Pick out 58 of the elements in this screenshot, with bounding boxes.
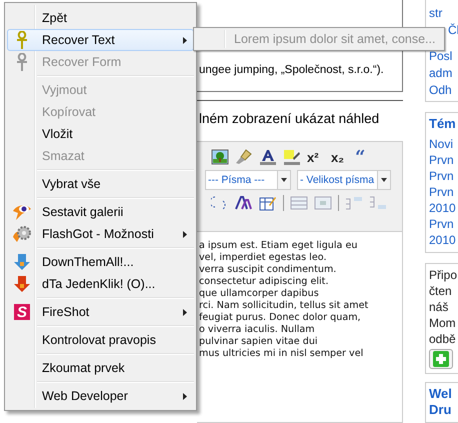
preview-option-label: lném zobrazení ukázat náhled <box>199 111 380 126</box>
editor-text-line: a ipsum est. Etiam eget ligula eu <box>199 240 358 252</box>
editor-text-line: pulvinar sapien vitae dui <box>199 336 319 348</box>
editor-text-line: rci. Nam sollicitudin, tellus sit amet <box>199 300 370 312</box>
add-button[interactable] <box>429 349 453 369</box>
caret-icon <box>281 178 287 182</box>
menu-item[interactable]: Vložit <box>7 123 194 145</box>
sidebar-link[interactable]: str <box>429 6 442 20</box>
menu-item[interactable]: dTa JedenKlik! (O)... <box>7 273 194 295</box>
menu-item[interactable]: Recover Text <box>7 29 194 51</box>
app-logo: S <box>14 304 30 320</box>
download-arrow-icon <box>13 253 31 271</box>
table-cell-icon[interactable] <box>314 195 332 211</box>
sidebar-link[interactable]: Odh <box>429 83 452 97</box>
highlight-icon[interactable] <box>283 149 301 165</box>
menu-item[interactable]: S FireShot <box>7 301 194 323</box>
ankh-icon <box>16 53 28 71</box>
superscript-button[interactable]: x² <box>307 150 325 164</box>
editor-text-line: verra suscipit condimentum. <box>199 264 338 276</box>
topic-link[interactable]: Prvn <box>429 152 458 168</box>
font-size-select[interactable]: - Velikost písma <box>297 170 391 190</box>
editor-text-line: feugiat purus. Donec dolor quam, <box>199 312 362 324</box>
editor-text-line: consectetur adipiscing elit. <box>199 276 330 288</box>
section-heading: Wel Dru <box>429 386 453 418</box>
subscript-button[interactable]: x₂ <box>331 150 349 164</box>
topic-link[interactable]: Novi <box>429 136 458 152</box>
ankh-icon <box>16 31 28 49</box>
text-color-icon[interactable] <box>259 149 277 165</box>
menu-item[interactable]: Kontrolovat pravopis <box>7 329 194 351</box>
section-heading: Tém <box>429 116 456 131</box>
quote-button[interactable]: “ <box>355 146 373 168</box>
style-icon[interactable] <box>235 195 253 211</box>
brush-icon[interactable] <box>235 149 253 165</box>
caret-icon <box>381 178 387 182</box>
topic-link[interactable]: Prvn <box>429 168 458 184</box>
download-arrow-icon <box>13 275 31 293</box>
font-select[interactable]: --- Písma --- <box>205 170 291 190</box>
eye-icon <box>12 203 32 221</box>
menu-item[interactable]: Vybrat vše <box>7 173 194 195</box>
notice-text: ungee jumping, „Společnost, s.r.o.“). <box>199 64 384 76</box>
subscribe-text: Připo čten náš Mom odbě <box>429 267 458 347</box>
table-edit-icon[interactable] <box>259 195 277 211</box>
image-icon[interactable] <box>211 149 229 165</box>
topic-link[interactable]: Prvn 2010 <box>429 216 458 248</box>
menu-item[interactable]: Web Developer <box>7 385 194 407</box>
menu-item[interactable]: Zpět <box>7 7 194 29</box>
sidebar-link[interactable]: adm <box>429 66 452 80</box>
sidebar-link[interactable]: Posl <box>429 49 452 63</box>
menu-item[interactable]: DownThemAll!... <box>7 251 194 273</box>
menu-item[interactable]: FlashGot - Možnosti <box>7 223 194 245</box>
editor-text-line: vel, imperdiet egestas leo. <box>199 252 328 264</box>
editor-text-line: que ullamcorper dapibus <box>199 288 320 300</box>
editor-text-line: o viverra iaculis. Nullam <box>199 324 316 336</box>
menu-item[interactable]: Zkoumat prvek <box>7 357 194 379</box>
editor-text-line: mus ultricies mi in nisl semper vel <box>199 348 364 360</box>
topic-link[interactable]: Prvn 2010 <box>429 184 458 216</box>
menu-item[interactable]: Sestavit galerii <box>7 201 194 223</box>
gear-icon <box>12 225 32 243</box>
